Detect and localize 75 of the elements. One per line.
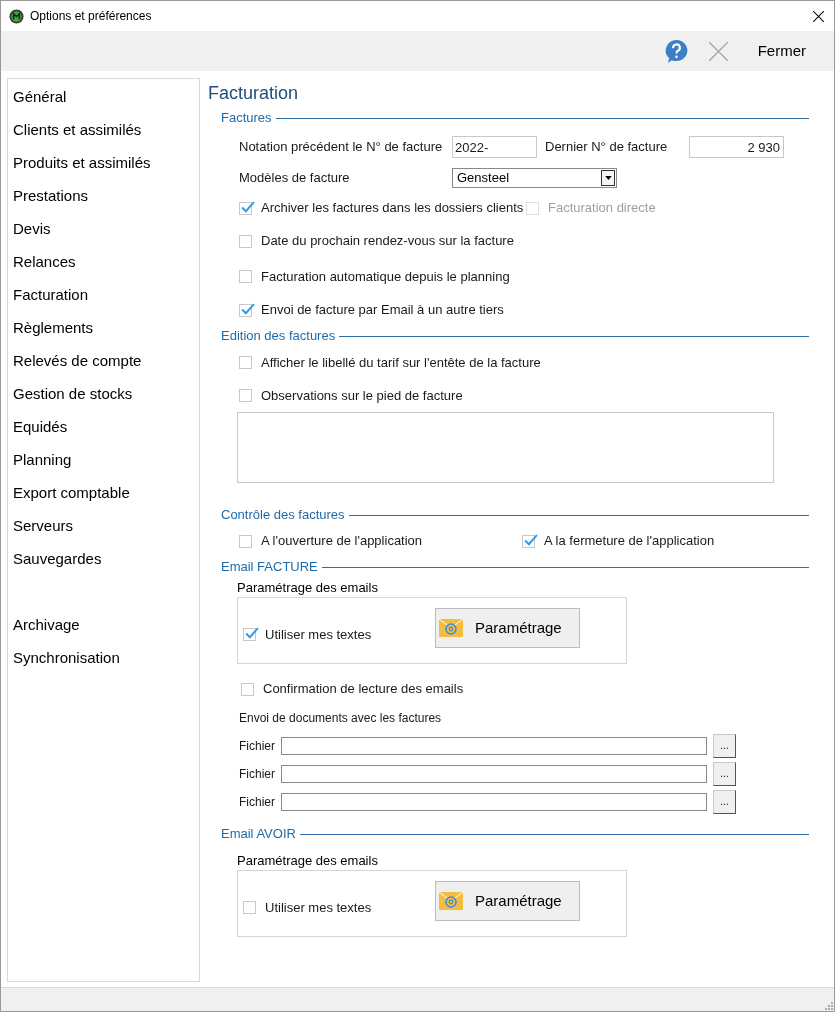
- checkbox[interactable]: [522, 534, 535, 548]
- checkbox-label: Date du prochain rendez-vous sur la facture: [261, 232, 514, 251]
- checkbox-label: Utiliser mes textes: [265, 899, 372, 917]
- input-field[interactable]: 2 930: [689, 136, 784, 158]
- close-button[interactable]: Fermer: [757, 39, 806, 63]
- settings-button[interactable]: Paramétrage: [435, 881, 580, 921]
- sidebar-item[interactable]: Sauvegardes: [13, 543, 199, 576]
- notes-field[interactable]: [237, 412, 774, 483]
- sidebar-item[interactable]: Devis: [13, 213, 199, 246]
- browse-button[interactable]: ...: [713, 790, 736, 814]
- sidebar-item[interactable]: Export comptable: [13, 477, 199, 510]
- group-label: Paramétrage des emails: [237, 578, 379, 597]
- checkbox-label: Facturation automatique depuis le planning: [261, 267, 510, 286]
- checkbox[interactable]: [239, 234, 252, 248]
- window-title: Options et préférences: [30, 8, 153, 25]
- envelope-icon: [439, 892, 463, 910]
- field-label: Fichier: [239, 766, 276, 783]
- sidebar-item[interactable]: Gestion de stocks: [13, 378, 199, 411]
- checkbox-label: Archiver les factures dans les dossiers clients: [261, 199, 524, 218]
- checkbox[interactable]: [241, 682, 254, 696]
- checkbox-label: Observations sur le pied de facture: [261, 386, 463, 405]
- checkbox[interactable]: [239, 270, 252, 283]
- input-field[interactable]: 2022-: [452, 136, 537, 158]
- file-field[interactable]: [281, 793, 707, 811]
- checkbox-label: Envoi de facture par Email à un autre tiers: [261, 301, 504, 320]
- checkbox[interactable]: [239, 389, 252, 402]
- checkbox-label: Afficher le libellé du tarif sur l'entête de la facture: [261, 353, 541, 372]
- field-label: Notation précédent le N° de facture: [239, 138, 444, 157]
- checkbox[interactable]: [239, 356, 252, 369]
- section-title: Email AVOIR: [221, 825, 296, 844]
- sidebar-item[interactable]: Equidés: [13, 411, 199, 444]
- sidebar-item[interactable]: Facturation: [13, 279, 199, 312]
- checkbox-label: A l'ouverture de l'application: [261, 532, 423, 551]
- app-logo-icon: [9, 8, 24, 24]
- checkbox[interactable]: [239, 303, 252, 317]
- file-field[interactable]: [281, 765, 707, 783]
- group-label: Envoi de documents avec les factures: [239, 710, 443, 727]
- section-title: Contrôle des factures: [221, 506, 345, 525]
- field-label: Dernier N° de facture: [545, 138, 669, 157]
- field-label: Fichier: [239, 794, 276, 811]
- browse-button[interactable]: ...: [713, 762, 736, 786]
- file-field[interactable]: [281, 737, 707, 755]
- resize-grip-icon[interactable]: [823, 1000, 833, 1010]
- envelope-icon: [439, 619, 463, 637]
- close-icon[interactable]: [813, 10, 824, 22]
- checkbox-label: Facturation directe: [548, 199, 656, 218]
- section-title: Edition des factures: [221, 327, 336, 346]
- sidebar-item[interactable]: Relances: [13, 246, 199, 279]
- help-icon[interactable]: [663, 38, 689, 64]
- checkbox-label: Utiliser mes textes: [265, 626, 372, 644]
- dropdown[interactable]: Gensteel: [452, 168, 617, 188]
- sidebar-item[interactable]: Général: [13, 81, 199, 114]
- settings-button[interactable]: Paramétrage: [435, 608, 580, 648]
- sidebar-item[interactable]: Produits et assimilés: [13, 147, 199, 180]
- checkbox[interactable]: [243, 901, 256, 915]
- checkbox[interactable]: [243, 628, 256, 642]
- browse-button[interactable]: ...: [713, 734, 736, 758]
- sidebar-item[interactable]: Synchronisation: [13, 642, 199, 675]
- sidebar-item[interactable]: Serveurs: [13, 510, 199, 543]
- section-title: Email FACTURE: [221, 558, 318, 577]
- section-title: Factures: [221, 109, 272, 128]
- sidebar-item[interactable]: Archivage: [13, 609, 199, 642]
- group-label: Paramétrage des emails: [237, 851, 379, 870]
- sidebar-item[interactable]: Prestations: [13, 180, 199, 213]
- checkbox-label: A la fermeture de l'application: [544, 532, 715, 551]
- sidebar-item[interactable]: Clients et assimilés: [13, 114, 199, 147]
- sidebar-item[interactable]: Relevés de compte: [13, 345, 199, 378]
- checkbox[interactable]: [239, 201, 252, 215]
- field-label: Modèles de facture: [239, 169, 351, 188]
- field-label: Fichier: [239, 738, 276, 755]
- checkbox-label: Confirmation de lecture des emails: [263, 680, 464, 699]
- sidebar-item[interactable]: Règlements: [13, 312, 199, 345]
- checkbox[interactable]: [239, 534, 252, 548]
- sidebar-item[interactable]: Planning: [13, 444, 199, 477]
- page-title: Facturation: [208, 81, 300, 105]
